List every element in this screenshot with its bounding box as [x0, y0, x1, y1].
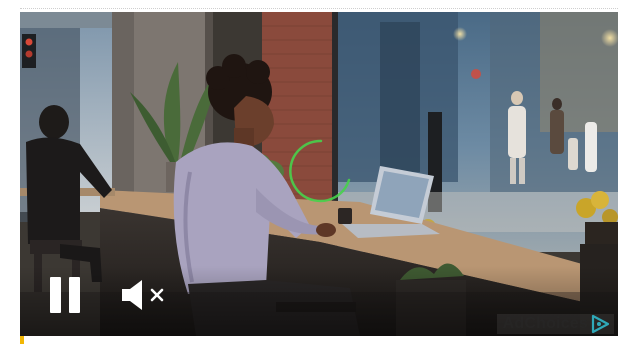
pause-icon-bar-left — [50, 277, 61, 313]
adchoices-icon — [591, 314, 610, 334]
ad-container: AdChoices — [0, 0, 627, 344]
pause-icon — [48, 277, 84, 313]
mute-toggle-button[interactable] — [120, 278, 174, 312]
spinner-icon — [289, 139, 351, 203]
pause-button[interactable] — [48, 277, 84, 313]
video-player[interactable]: AdChoices — [20, 12, 618, 336]
pause-icon-bar-right — [69, 277, 80, 313]
ad-top-border — [20, 8, 618, 10]
adchoices-link[interactable]: AdChoices — [496, 314, 614, 334]
speaker-muted-icon — [122, 280, 164, 310]
adchoices-label: AdChoices — [502, 315, 588, 332]
ad-accent-bar — [20, 336, 24, 344]
